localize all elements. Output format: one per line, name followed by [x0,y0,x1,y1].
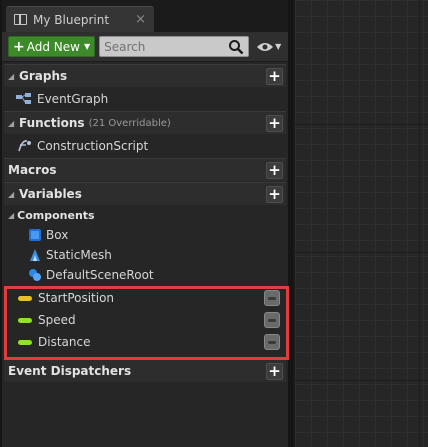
list-item-constructionscript[interactable]: ConstructionScript [4,134,286,157]
chevron-down-icon: ▼ [83,42,91,51]
tab-strip: My Blueprint × [2,0,288,32]
component-label: DefaultSceneRoot [46,268,154,282]
category-event-dispatchers[interactable]: Event Dispatchers + [4,359,286,382]
component-defaultsceneroot[interactable]: DefaultSceneRoot [4,265,286,285]
subcategory-label: Components [17,208,95,222]
box-component-icon [29,229,41,241]
static-mesh-icon [30,249,40,261]
variable-speed[interactable]: Speed [4,309,286,331]
view-options-button[interactable]: ▼ [256,41,281,53]
overridable-count: (21 Overridable) [88,117,171,129]
expand-triangle-icon[interactable]: ◢ [8,211,14,220]
category-label: Graphs [19,69,68,83]
plus-icon: + [13,38,25,55]
blueprint-tree: ◢ Graphs + EventGraph ◢ Functions (21 Ov… [2,64,288,382]
category-label: Event Dispatchers [8,364,132,378]
search-icon[interactable] [228,39,244,58]
add-graph-button[interactable]: + [266,68,283,85]
search-box[interactable] [99,36,250,58]
close-icon[interactable]: × [135,12,146,27]
chevron-down-icon: ▼ [275,42,282,51]
tab-my-blueprint[interactable]: My Blueprint × [6,6,154,32]
component-staticmesh[interactable]: StaticMesh [4,245,286,265]
event-graph-icon [16,92,31,104]
function-icon [18,139,31,151]
add-new-button[interactable]: + Add New ▼ [8,36,96,57]
toolbar: + Add New ▼ ▼ [2,32,288,62]
expand-triangle-icon[interactable]: ◢ [8,190,16,199]
graph-editor-canvas[interactable] [293,0,428,447]
add-new-label: Add New [26,39,80,54]
search-input[interactable] [104,39,225,54]
add-event-dispatcher-button[interactable]: + [266,363,283,380]
category-components[interactable]: ◢ Components [4,205,286,225]
tab-title: My Blueprint [33,12,110,27]
category-label: Functions [19,116,85,130]
eye-icon [257,42,274,51]
item-label: ConstructionScript [37,138,149,153]
add-function-button[interactable]: + [266,115,283,132]
list-item-eventgraph[interactable]: EventGraph [4,87,286,110]
add-variable-button[interactable]: + [266,186,283,203]
category-variables[interactable]: ◢ Variables + [4,182,286,205]
item-label: EventGraph [37,91,109,106]
component-box[interactable]: Box [4,225,286,245]
my-blueprint-panel: My Blueprint × + Add New ▼ ▼ ◢ Graphs + [0,0,288,447]
visibility-eye-icon[interactable] [264,312,280,328]
variable-label: Speed [38,313,76,327]
float-type-icon [18,317,32,323]
vector-type-icon [18,295,32,301]
visibility-eye-icon[interactable] [264,290,280,306]
variable-label: StartPosition [38,291,115,305]
expand-triangle-icon[interactable]: ◢ [8,72,16,81]
category-graphs[interactable]: ◢ Graphs + [4,64,286,87]
visibility-eye-icon[interactable] [264,334,280,350]
scene-component-icon [29,269,41,281]
variable-distance[interactable]: Distance [4,331,286,353]
category-macros[interactable]: Macros + [4,158,286,181]
blueprint-book-icon [14,14,27,25]
category-functions[interactable]: ◢ Functions (21 Overridable) + [4,111,286,134]
add-macro-button[interactable]: + [266,162,283,179]
float-type-icon [18,339,32,345]
component-label: StaticMesh [46,248,112,262]
variable-label: Distance [38,335,91,349]
component-label: Box [46,228,69,242]
category-label: Macros [8,163,57,177]
variable-startposition[interactable]: StartPosition [4,287,286,309]
category-label: Variables [19,187,82,201]
expand-triangle-icon[interactable]: ◢ [8,119,16,128]
